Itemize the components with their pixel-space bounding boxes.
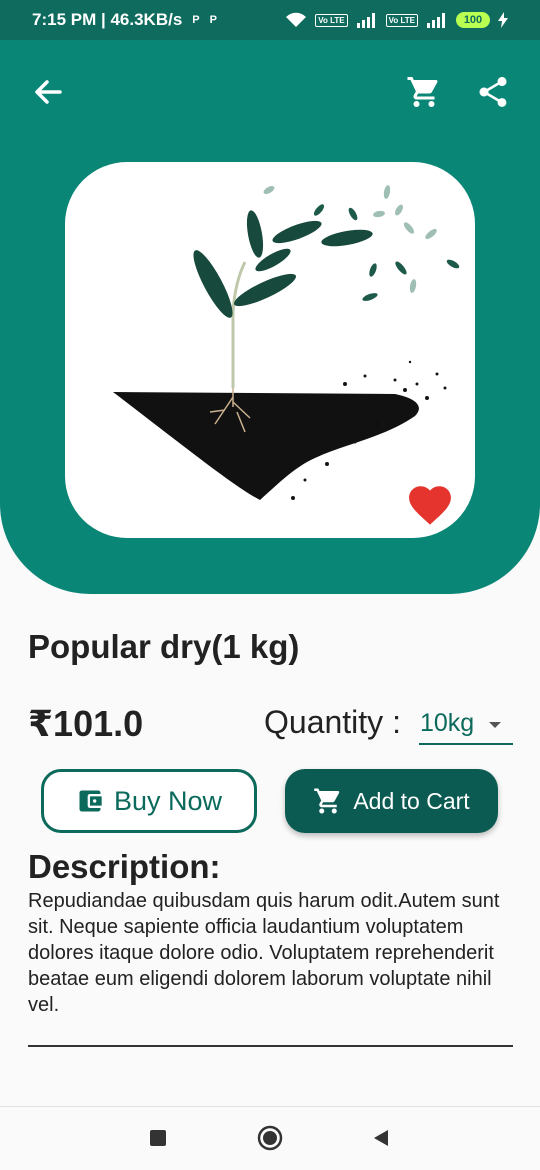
product-price: ₹101.0	[28, 703, 144, 744]
share-button[interactable]	[471, 70, 515, 114]
recents-button[interactable]	[143, 1123, 173, 1153]
chevron-down-icon	[489, 722, 501, 728]
system-nav-bar	[0, 1106, 540, 1170]
notification-p-icon: P	[209, 14, 217, 26]
square-icon	[150, 1130, 166, 1146]
wallet-icon	[79, 790, 102, 812]
back-button[interactable]	[26, 70, 70, 114]
home-button[interactable]	[255, 1123, 285, 1153]
divider	[28, 1045, 513, 1047]
quantity-dropdown[interactable]: 10kg	[419, 707, 513, 745]
add-to-cart-button[interactable]: Add to Cart	[285, 769, 498, 833]
home-circle-icon	[257, 1125, 283, 1151]
buy-now-label: Buy Now	[113, 785, 223, 816]
status-left: 7:15 PM | 46.3KB/s P P	[32, 10, 217, 30]
heart-icon[interactable]	[404, 480, 456, 526]
volte-badge: Vo LTE	[385, 13, 418, 27]
cart-icon	[407, 77, 438, 107]
quantity-value: 10kg	[420, 709, 475, 737]
product-title: Popular dry(1 kg)	[28, 628, 300, 665]
quantity-label: Quantity :	[264, 704, 401, 740]
product-image-card	[65, 162, 475, 538]
add-to-cart-label: Add to Cart	[353, 787, 470, 814]
notification-p-icon: P	[192, 14, 200, 26]
cart-icon	[314, 788, 340, 814]
back-nav-button[interactable]	[366, 1123, 396, 1153]
battery-icon: 100	[456, 12, 490, 28]
share-icon	[479, 76, 507, 107]
wifi-icon	[286, 12, 307, 27]
buy-now-button[interactable]: Buy Now	[41, 769, 257, 833]
description-text: Repudiandae quibusdam quis harum odit.Au…	[28, 890, 500, 1016]
status-right: Vo LTE Vo LTE 100	[285, 12, 508, 28]
product-hero	[0, 40, 540, 594]
cart-button[interactable]	[402, 70, 446, 114]
signal-icon	[427, 13, 445, 28]
back-arrow-icon	[35, 80, 62, 104]
status-bar: 7:15 PM | 46.3KB/s P P Vo LTE Vo LTE 100	[0, 0, 540, 40]
triangle-back-icon	[374, 1130, 388, 1146]
status-time-speed: 7:15 PM | 46.3KB/s	[32, 10, 183, 29]
signal-icon	[356, 13, 375, 28]
description-heading: Description:	[28, 848, 221, 885]
charging-icon	[498, 12, 508, 28]
volte-badge: Vo LTE	[315, 13, 348, 27]
